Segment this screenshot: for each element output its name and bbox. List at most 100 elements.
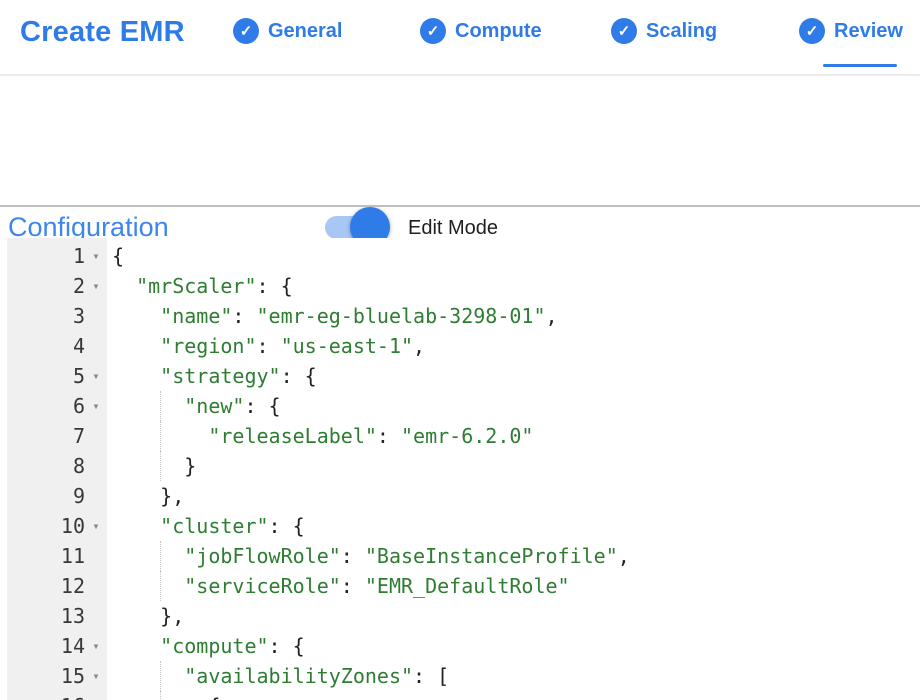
json-punctuation-token: : [377, 424, 401, 448]
indent-guide [160, 451, 161, 481]
json-string-token: "serviceRole" [184, 574, 341, 598]
step-label: Compute [455, 20, 542, 43]
step-label: Scaling [646, 20, 717, 43]
json-string-token: "BaseInstanceProfile" [365, 544, 618, 568]
code-line[interactable]: "region": "us-east-1", [107, 331, 920, 361]
json-string-token: "compute" [160, 634, 268, 658]
json-punctuation-token: : { [281, 364, 317, 388]
code-line[interactable]: "new": { [107, 391, 920, 421]
gutter-row: 7 [7, 421, 107, 451]
code-line[interactable]: "availabilityZones": [ [107, 661, 920, 691]
step-label: Review [834, 20, 903, 43]
configuration-bar: Configuration Edit Mode [0, 76, 920, 206]
fold-arrow-icon[interactable]: ▾ [85, 661, 107, 691]
json-punctuation-token: }, [160, 484, 184, 508]
json-string-token: "EMR_DefaultRole" [365, 574, 570, 598]
line-number: 15 [7, 661, 85, 691]
editor-code-area[interactable]: { "mrScaler": { "name": "emr-eg-bluelab-… [107, 238, 920, 700]
fold-arrow-icon[interactable]: ▾ [85, 271, 107, 301]
json-string-token: "releaseLabel" [208, 424, 377, 448]
indent-guide [160, 571, 161, 601]
json-punctuation-token: : [ [413, 664, 449, 688]
line-number: 6 [7, 391, 85, 421]
line-number: 2 [7, 271, 85, 301]
code-line[interactable]: }, [107, 481, 920, 511]
json-punctuation-token: : { [244, 394, 280, 418]
code-line[interactable]: "cluster": { [107, 511, 920, 541]
create-emr-screen: Create EMR ✓General✓Compute✓Scaling✓Revi… [0, 0, 920, 700]
line-number: 12 [7, 571, 85, 601]
fold-arrow-icon[interactable]: ▾ [85, 391, 107, 421]
gutter-row: 10▾ [7, 511, 107, 541]
fold-arrow-icon[interactable]: ▾ [85, 631, 107, 661]
json-punctuation-token: : [257, 334, 281, 358]
json-string-token: "emr-6.2.0" [401, 424, 533, 448]
check-circle-icon: ✓ [233, 18, 259, 44]
section-divider [0, 205, 920, 207]
active-step-underline [823, 64, 897, 67]
line-number: 8 [7, 451, 85, 481]
json-string-token: "us-east-1" [281, 334, 413, 358]
json-punctuation-token: : { [269, 514, 305, 538]
code-line[interactable]: } [107, 451, 920, 481]
code-line[interactable]: "compute": { [107, 631, 920, 661]
json-punctuation-token: : [341, 574, 365, 598]
gutter-row: 11 [7, 541, 107, 571]
json-punctuation-token: , [413, 334, 425, 358]
fold-arrow-icon[interactable]: ▾ [85, 241, 107, 271]
code-line[interactable]: "serviceRole": "EMR_DefaultRole" [107, 571, 920, 601]
code-line[interactable]: "releaseLabel": "emr-6.2.0" [107, 421, 920, 451]
check-circle-icon: ✓ [799, 18, 825, 44]
fold-arrow-icon[interactable]: ▾ [85, 511, 107, 541]
code-line[interactable]: "mrScaler": { [107, 271, 920, 301]
fold-arrow-icon[interactable]: ▾ [85, 691, 107, 700]
json-string-token: "mrScaler" [136, 274, 256, 298]
line-number: 11 [7, 541, 85, 571]
step-label: General [268, 20, 342, 43]
json-punctuation-token: { [208, 694, 220, 700]
json-punctuation-token: : [341, 544, 365, 568]
gutter-row: 12 [7, 571, 107, 601]
wizard-header: Create EMR ✓General✓Compute✓Scaling✓Revi… [0, 0, 920, 76]
indent-guide [160, 391, 161, 421]
json-punctuation-token: } [184, 454, 196, 478]
line-number: 16 [7, 691, 85, 700]
code-line[interactable]: "strategy": { [107, 361, 920, 391]
json-punctuation-token: { [112, 244, 124, 268]
json-punctuation-token: , [546, 304, 558, 328]
code-line[interactable]: { [107, 241, 920, 271]
json-string-token: "availabilityZones" [184, 664, 413, 688]
code-line[interactable]: { [107, 691, 920, 700]
gutter-row: 6▾ [7, 391, 107, 421]
gutter-row: 8 [7, 451, 107, 481]
indent-guide [160, 541, 161, 571]
line-number: 7 [7, 421, 85, 451]
gutter-row: 14▾ [7, 631, 107, 661]
step-review[interactable]: ✓ Review [799, 18, 903, 44]
json-string-token: "emr-eg-bluelab-3298-01" [257, 304, 546, 328]
code-line[interactable]: "jobFlowRole": "BaseInstanceProfile", [107, 541, 920, 571]
check-circle-icon: ✓ [420, 18, 446, 44]
indent-guide [160, 691, 161, 700]
step-scaling[interactable]: ✓ Scaling [611, 18, 717, 44]
gutter-row: 1▾ [7, 241, 107, 271]
fold-arrow-icon[interactable]: ▾ [85, 361, 107, 391]
line-number: 5 [7, 361, 85, 391]
line-number: 14 [7, 631, 85, 661]
json-string-token: "strategy" [160, 364, 280, 388]
step-general[interactable]: ✓ General [233, 18, 342, 44]
json-editor[interactable]: 1▾2▾345▾6▾78910▾11121314▾15▾16▾ { "mrSca… [0, 238, 920, 700]
json-punctuation-token: : [232, 304, 256, 328]
code-line[interactable]: }, [107, 601, 920, 631]
json-string-token: "cluster" [160, 514, 268, 538]
edit-mode-toggle[interactable] [325, 216, 390, 239]
json-punctuation-token: }, [160, 604, 184, 628]
code-line[interactable]: "name": "emr-eg-bluelab-3298-01", [107, 301, 920, 331]
check-circle-icon: ✓ [611, 18, 637, 44]
gutter-row: 2▾ [7, 271, 107, 301]
gutter-row: 5▾ [7, 361, 107, 391]
step-compute[interactable]: ✓ Compute [420, 18, 542, 44]
line-number: 3 [7, 301, 85, 331]
json-punctuation-token: , [618, 544, 630, 568]
json-string-token: "name" [160, 304, 232, 328]
